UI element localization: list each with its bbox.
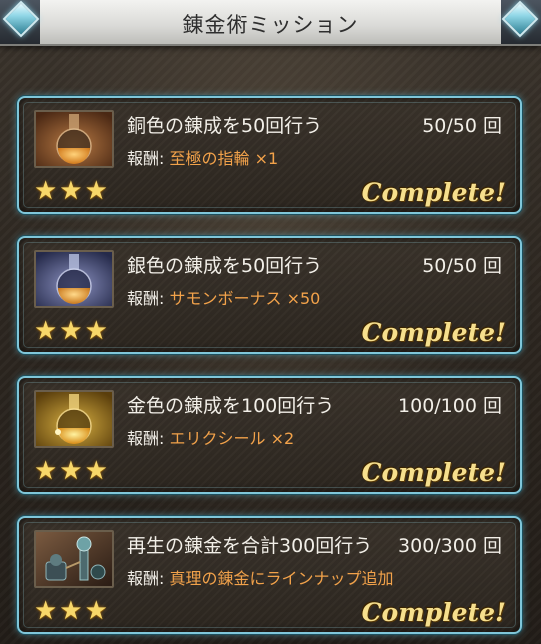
reward-label: 報酬: bbox=[127, 569, 165, 588]
mission-progress-count: 300/300 回 bbox=[398, 535, 502, 557]
star-rating: ★★★ bbox=[34, 596, 110, 626]
complete-status: Complete! bbox=[361, 318, 506, 347]
reward-label: 報酬: bbox=[127, 289, 165, 308]
mission-reward: 報酬: 真理の錬金にラインナップ追加 bbox=[127, 565, 394, 589]
star-rating: ★★★ bbox=[34, 316, 110, 346]
alchemy-apparatus-icon bbox=[34, 530, 114, 588]
mission-title: 銀色の錬成を50回行う bbox=[127, 255, 323, 277]
star-rating: ★★★ bbox=[34, 176, 110, 206]
complete-status: Complete! bbox=[361, 458, 506, 487]
mission-card-copper[interactable]: 銅色の錬成を50回行う 50/50 回 報酬: 至極の指輪 ×1 ★★★ Com… bbox=[17, 96, 522, 214]
reward-label: 報酬: bbox=[127, 149, 165, 168]
reward-value: 至極の指輪 ×1 bbox=[169, 149, 279, 168]
title-bar: 錬金術ミッション bbox=[0, 0, 541, 46]
mission-progress-count: 50/50 回 bbox=[422, 255, 502, 277]
complete-status: Complete! bbox=[361, 598, 506, 627]
gold-flask-icon bbox=[34, 390, 114, 448]
reward-label: 報酬: bbox=[127, 429, 165, 448]
mission-reward: 報酬: エリクシール ×2 bbox=[127, 425, 294, 449]
mission-card-gold[interactable]: 金色の錬成を100回行う 100/100 回 報酬: エリクシール ×2 ★★★… bbox=[17, 376, 522, 494]
mission-reward: 報酬: サモンボーナス ×50 bbox=[127, 285, 320, 309]
reward-value: サモンボーナス ×50 bbox=[169, 289, 321, 308]
complete-status: Complete! bbox=[361, 178, 506, 207]
mission-title: 金色の錬成を100回行う bbox=[127, 395, 335, 417]
silver-flask-icon bbox=[34, 250, 114, 308]
mission-reward: 報酬: 至極の指輪 ×1 bbox=[127, 145, 278, 169]
mission-card-silver[interactable]: 銀色の錬成を50回行う 50/50 回 報酬: サモンボーナス ×50 ★★★ … bbox=[17, 236, 522, 354]
reward-value: 真理の錬金にラインナップ追加 bbox=[169, 569, 394, 588]
mission-title: 再生の錬金を合計300回行う bbox=[127, 535, 373, 557]
mission-progress-count: 50/50 回 bbox=[422, 115, 502, 137]
star-rating: ★★★ bbox=[34, 456, 110, 486]
page-title: 錬金術ミッション bbox=[182, 13, 359, 37]
mission-title: 銅色の錬成を50回行う bbox=[127, 115, 323, 137]
mission-card-regeneration[interactable]: 再生の錬金を合計300回行う 300/300 回 報酬: 真理の錬金にラインナッ… bbox=[17, 516, 522, 634]
mission-progress-count: 100/100 回 bbox=[398, 395, 502, 417]
copper-flask-icon bbox=[34, 110, 114, 168]
reward-value: エリクシール ×2 bbox=[169, 429, 295, 448]
